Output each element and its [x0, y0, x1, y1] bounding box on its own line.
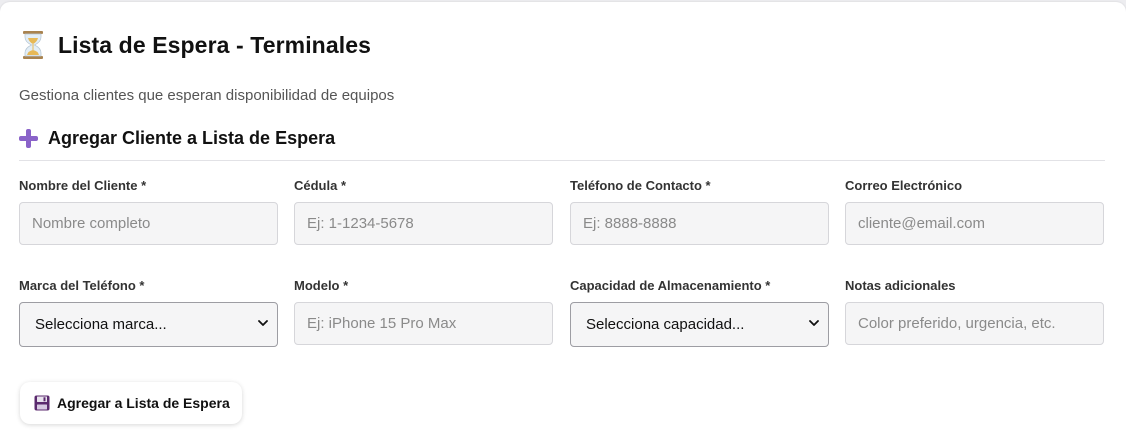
page-subtitle: Gestiona clientes que esperan disponibil… — [19, 87, 395, 104]
modelo-label: Modelo * — [294, 278, 349, 293]
field-nombre: Nombre del Cliente * — [19, 178, 278, 245]
notas-label: Notas adicionales — [845, 278, 956, 293]
add-button-label: Agregar a Lista de Espera — [57, 395, 230, 411]
marca-selected-value: Selecciona marca... — [35, 316, 167, 333]
cedula-label: Cédula * — [294, 178, 347, 193]
field-modelo: Modelo * — [294, 278, 553, 345]
page-title: Lista de Espera - Terminales — [58, 31, 371, 58]
field-cedula: Cédula * — [294, 178, 553, 245]
chevron-down-icon — [258, 320, 268, 326]
marca-label: Marca del Teléfono * — [19, 278, 145, 293]
capacidad-selected-value: Selecciona capacidad... — [586, 316, 745, 333]
floppy-disk-icon — [34, 395, 50, 411]
telefono-input[interactable] — [570, 202, 829, 245]
field-marca: Marca del Teléfono * Selecciona marca... — [19, 278, 278, 347]
capacidad-label: Capacidad de Almacenamiento * — [570, 278, 771, 293]
field-telefono: Teléfono de Contacto * — [570, 178, 829, 245]
field-correo: Correo Electrónico — [845, 178, 1104, 245]
section-divider — [19, 160, 1105, 161]
field-notas: Notas adicionales — [845, 278, 1104, 345]
chevron-down-icon — [809, 320, 819, 326]
telefono-label: Teléfono de Contacto * — [570, 178, 711, 193]
section-header: Agregar Cliente a Lista de Espera — [19, 126, 335, 150]
field-capacidad: Capacidad de Almacenamiento * Selecciona… — [570, 278, 829, 347]
correo-input[interactable] — [845, 202, 1104, 245]
correo-label: Correo Electrónico — [845, 178, 963, 193]
capacidad-select[interactable]: Selecciona capacidad... — [570, 302, 829, 347]
waitlist-card: Lista de Espera - Terminales Gestiona cl… — [0, 2, 1126, 442]
section-title: Agregar Cliente a Lista de Espera — [48, 127, 336, 148]
plus-icon — [19, 128, 38, 148]
notas-input[interactable] — [845, 302, 1104, 345]
nombre-label: Nombre del Cliente * — [19, 178, 147, 193]
hourglass-icon — [22, 31, 44, 59]
cedula-input[interactable] — [294, 202, 553, 245]
nombre-input[interactable] — [19, 202, 278, 245]
modelo-input[interactable] — [294, 302, 553, 345]
add-to-waitlist-button[interactable]: Agregar a Lista de Espera — [20, 382, 242, 424]
page-header: Lista de Espera - Terminales — [22, 30, 371, 60]
marca-select[interactable]: Selecciona marca... — [19, 302, 278, 347]
